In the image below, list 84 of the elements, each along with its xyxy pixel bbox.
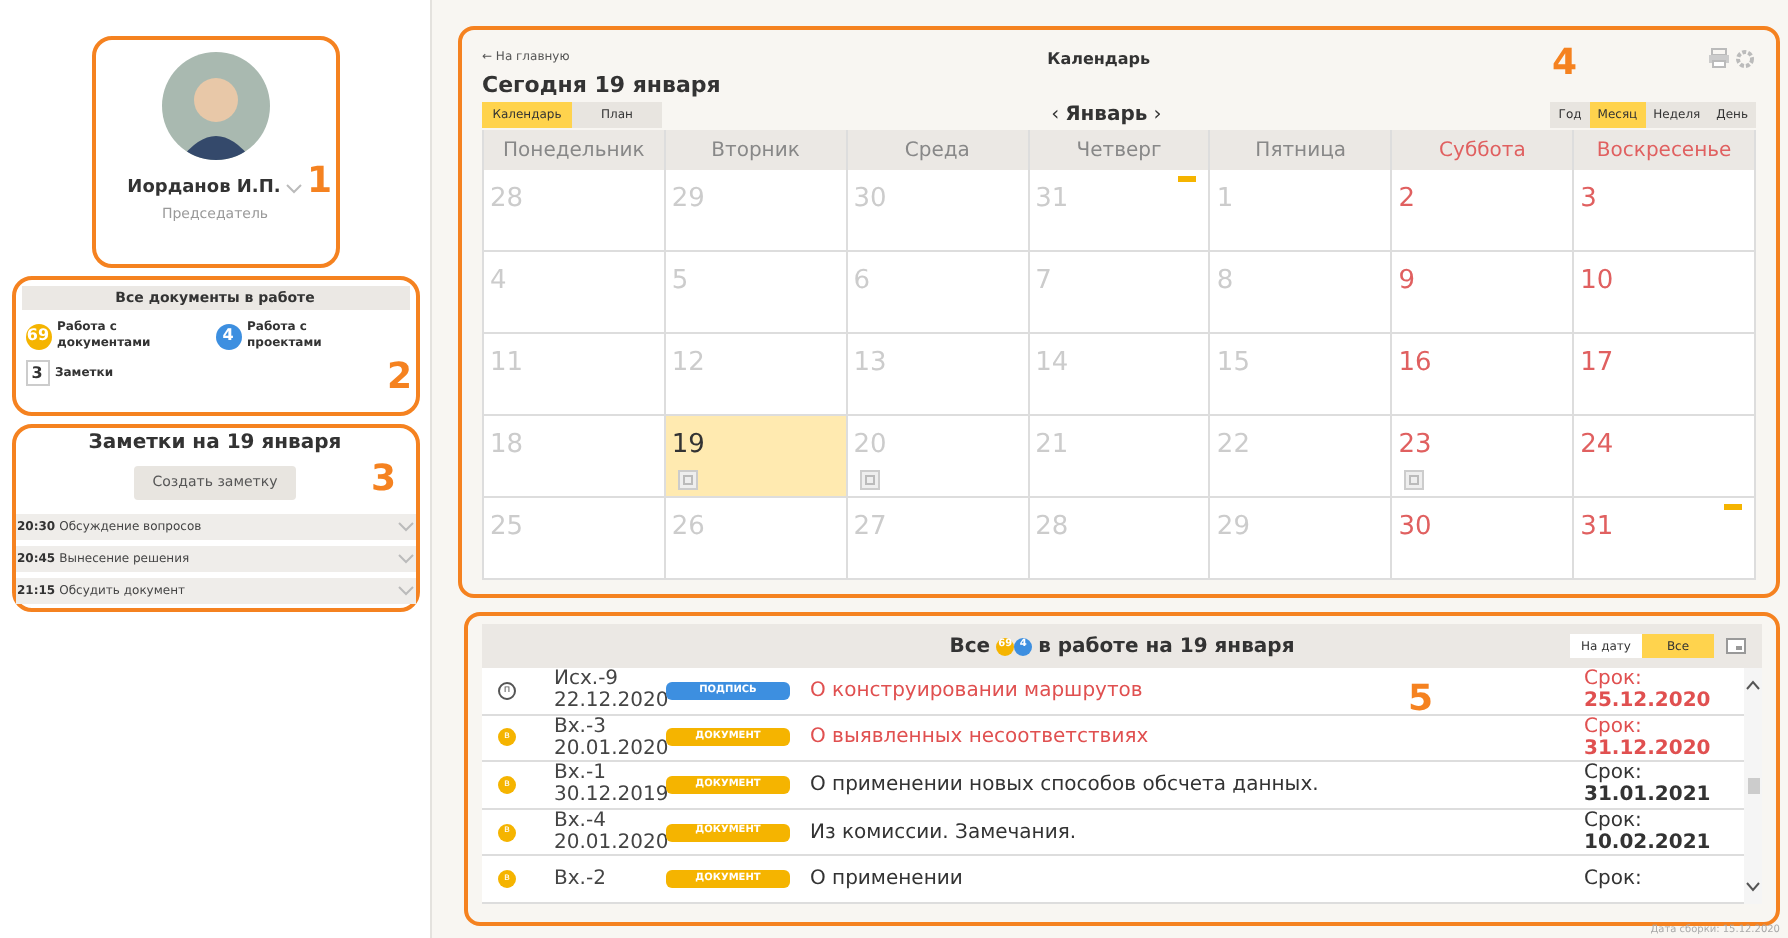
previous-month-button[interactable]: ‹ xyxy=(1051,105,1060,125)
window-icon[interactable] xyxy=(1726,638,1746,654)
documents-title-start: Все xyxy=(949,633,991,661)
day-cell[interactable]: 23 xyxy=(1392,416,1575,498)
callout-number: 4 xyxy=(1552,46,1578,82)
scroll-thumb[interactable] xyxy=(1747,778,1759,794)
due-label: Срок: xyxy=(1584,668,1644,691)
document-title[interactable]: Из комиссии. Замечания. xyxy=(810,821,1077,844)
day-number: 3 xyxy=(1580,184,1597,216)
document-number: Исх.-9 xyxy=(554,668,621,691)
due-date: 25.12.2020 xyxy=(1584,690,1713,713)
day-cell[interactable]: 17 xyxy=(1574,334,1756,416)
chevron-down-icon xyxy=(397,554,413,564)
day-number: 23 xyxy=(1398,430,1432,462)
chevron-down-icon xyxy=(397,522,413,532)
callout-number: 1 xyxy=(307,164,333,200)
weekday-header: Воскресенье xyxy=(1574,130,1756,170)
user-name[interactable]: Иорданов И.П. xyxy=(127,176,281,203)
day-number: 19 xyxy=(671,430,705,462)
document-title[interactable]: О применении xyxy=(810,868,963,891)
calendar-title: Календарь xyxy=(1047,48,1151,72)
due-label: Срок: xyxy=(1584,715,1642,738)
document-number: Вх.-1 xyxy=(554,762,608,785)
weekday-header: Четверг xyxy=(1029,130,1211,170)
chevron-down-icon xyxy=(286,184,303,195)
printer-icon[interactable] xyxy=(1707,48,1730,68)
day-cell[interactable]: 24 xyxy=(1574,416,1756,498)
document-date: 20.01.2020 xyxy=(554,832,666,855)
due-date: 31.12.2020 xyxy=(1584,737,1713,760)
note-icon[interactable] xyxy=(1404,470,1425,490)
due-label: Срок: xyxy=(1584,762,1643,785)
day-number: 9 xyxy=(1398,266,1416,298)
weekday-header: Вторник xyxy=(665,130,848,170)
day-cell[interactable]: 9 xyxy=(1392,252,1575,334)
callout-number: 2 xyxy=(387,360,413,396)
day-number: 10 xyxy=(1580,266,1614,298)
due-date: 10.02.2021 xyxy=(1584,832,1713,855)
document-number: Вх.-3 xyxy=(554,715,608,738)
document-number: Вх.-4 xyxy=(554,810,608,833)
due-label: Срок: xyxy=(1584,868,1644,891)
day-number: 24 xyxy=(1580,430,1614,462)
scroll-up-icon[interactable] xyxy=(1746,680,1760,690)
document-title[interactable]: О конструировании маршрутов xyxy=(810,679,1143,702)
day-number: 17 xyxy=(1580,348,1614,380)
callout-number: 3 xyxy=(371,462,397,498)
day-cell[interactable]: 2 xyxy=(1392,170,1575,252)
event-marker[interactable] xyxy=(1723,504,1742,510)
weekday-header: Пятница xyxy=(1210,130,1393,170)
document-date: 30.12.2019 xyxy=(554,784,666,807)
day-cell[interactable]: 10 xyxy=(1574,252,1756,334)
today-heading: Сегодня 19 января xyxy=(482,72,723,98)
event-marker[interactable] xyxy=(1178,176,1197,182)
count-badge[interactable]: 4 xyxy=(215,323,241,349)
scroll-down-icon[interactable] xyxy=(1746,882,1760,892)
notes-title: Заметки на 19 января xyxy=(88,430,342,458)
document-title[interactable]: О применении новых способов обсчета данных. xyxy=(810,773,1319,796)
note-icon[interactable] xyxy=(677,470,698,490)
chevron-down-icon xyxy=(397,586,413,596)
day-cell[interactable]: 16 xyxy=(1392,334,1575,416)
callout-number: 5 xyxy=(1408,682,1434,718)
count-badge[interactable]: 69 xyxy=(25,323,51,349)
next-month-button[interactable]: › xyxy=(1153,105,1162,125)
documents-title-end: в работе на 19 января xyxy=(1038,633,1295,661)
weekday-header: Суббота xyxy=(1392,130,1575,170)
day-number: 31 xyxy=(1580,512,1614,544)
document-title[interactable]: О выявленных несоответствиях xyxy=(810,726,1149,749)
count-box[interactable]: 3 xyxy=(25,360,49,386)
day-cell[interactable]: 31 xyxy=(1574,498,1756,580)
day-cell[interactable]: 3 xyxy=(1574,170,1756,252)
document-date: 22.12.2020 xyxy=(554,690,666,713)
note-icon[interactable] xyxy=(859,470,880,490)
document-number: Вх.-2 xyxy=(554,868,608,891)
day-cell[interactable]: 19 xyxy=(665,416,848,498)
weekday-header: Понедельник xyxy=(484,130,666,170)
weekday-header: Среда xyxy=(847,130,1030,170)
day-number: 2 xyxy=(1398,184,1416,216)
document-date: 20.01.2020 xyxy=(554,737,666,760)
day-cell[interactable]: 30 xyxy=(1392,498,1575,580)
due-label: Срок: xyxy=(1584,810,1644,833)
day-number: 16 xyxy=(1398,348,1432,380)
day-number: 30 xyxy=(1398,512,1432,544)
settings-icon[interactable] xyxy=(1733,48,1756,70)
month-label: Январь xyxy=(1065,102,1148,130)
due-date: 31.01.2021 xyxy=(1584,784,1713,807)
